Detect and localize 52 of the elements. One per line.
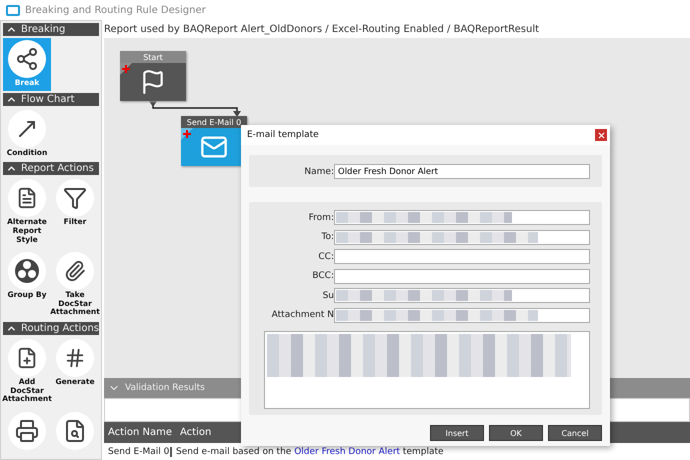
flag-icon (140, 69, 166, 95)
dialog-title: E-mail template (247, 130, 319, 140)
network-icon (15, 47, 39, 71)
section-title: Flow Chart (21, 94, 74, 105)
section-title: Routing Actions (20, 323, 99, 334)
dialog-button[interactable]: OK (489, 425, 543, 441)
section-header[interactable]: Routing Actions (3, 322, 99, 335)
field-label: Name: (303, 166, 334, 176)
close-icon (596, 130, 606, 140)
field-label: BCC: (311, 271, 334, 281)
section-header[interactable]: Report Actions (3, 162, 99, 176)
section-title: Report Actions (21, 163, 94, 174)
dialog-button[interactable]: Cancel (548, 425, 602, 441)
close-button[interactable] (595, 129, 607, 141)
input-field[interactable] (334, 210, 590, 225)
input-field[interactable] (334, 308, 590, 322)
field-label: Attachment N (270, 310, 334, 320)
section-header[interactable]: Flow Chart (3, 92, 99, 106)
body-field[interactable] (264, 331, 590, 409)
node-title: Start (120, 51, 186, 63)
field-label: CC: (317, 252, 334, 262)
column-header: Action Name (107, 427, 173, 438)
field-label: Su (322, 290, 334, 300)
breadcrumb: Report used by BAQReport Alert_OldDonors / Excel-Routing Enabled / BAQReportResult (104, 22, 540, 36)
field-label: From: (308, 212, 334, 222)
plus-icon (183, 130, 191, 138)
field-label: To: (320, 232, 334, 242)
section-title: Breaking (21, 24, 66, 35)
input-field[interactable] (334, 249, 590, 264)
paperclip-icon (64, 260, 86, 282)
app-icon (6, 4, 20, 16)
circles-icon (14, 258, 40, 284)
validation-title: Validation Results (125, 383, 205, 393)
document-icon (16, 187, 38, 210)
printer-icon (15, 418, 39, 443)
window-title: Breaking and Routing Rule Designer (25, 4, 206, 16)
input-field[interactable] (334, 230, 590, 244)
node-title: Send E-Mail 0 (181, 116, 247, 128)
section-header[interactable]: Breaking (3, 23, 99, 36)
template-link[interactable]: Older Fresh Donor Alert (294, 446, 400, 456)
hash-icon (64, 347, 86, 369)
name-field[interactable]: Older Fresh Donor Alert (334, 164, 590, 179)
dialog-button[interactable]: Insert (430, 425, 484, 441)
input-field[interactable] (334, 268, 590, 284)
file-search-icon (63, 418, 87, 443)
table-cell-text: Send e-mail based on the Older Fresh Donor Alert template (175, 446, 444, 456)
input-field[interactable] (334, 288, 590, 303)
column-header: Action (179, 427, 212, 438)
filter-icon (63, 186, 87, 210)
table-cell: Send E-Mail 0 (104, 446, 172, 456)
file-plus-icon (16, 347, 38, 369)
plus-icon (122, 65, 130, 73)
